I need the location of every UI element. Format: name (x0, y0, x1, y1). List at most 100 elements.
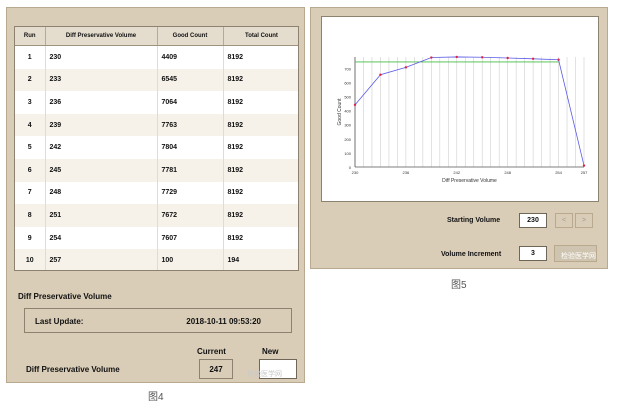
y-axis-label: Good Count (337, 98, 343, 126)
y-tick-label: 300 (344, 123, 351, 128)
table-row: 9 254 7607 8192 (15, 226, 298, 250)
column-header: Diff Preservative Volume (45, 27, 158, 46)
table-cell: 8192 (223, 45, 298, 69)
y-tick-label: 600 (344, 80, 351, 85)
good-count-chart: 0100200300400500600700230 236 242 248 254 257… (337, 55, 588, 184)
data-point (379, 73, 382, 76)
table-cell: 7763 (157, 113, 224, 137)
table-header-row: Run Diff Preservative Volume Good Count Tot… (15, 27, 298, 46)
table-cell: 233 (45, 68, 158, 92)
table-row: 2 233 6545 8192 (15, 68, 298, 92)
data-point (582, 164, 586, 167)
data-point (557, 58, 560, 61)
series-line (354, 56, 585, 166)
table-cell: 4 (15, 113, 46, 137)
table-cell: 239 (45, 113, 158, 137)
increment-button[interactable]: > (575, 213, 593, 228)
table-cell: 7729 (157, 181, 224, 205)
section-title: Diff Preservative Volume (18, 292, 112, 301)
table-cell: 100 (157, 249, 224, 270)
table-cell: 5 (15, 136, 46, 159)
chevron-left-icon: < (561, 217, 567, 224)
table-cell: 7781 (157, 158, 224, 182)
run-table: Run Diff Preservative Volume Good Count Tot… (15, 27, 298, 270)
starting-volume-input[interactable]: 230 (519, 213, 547, 228)
table-row: 10 257 100 194 (15, 249, 298, 270)
volume-chart-panel: 0 100 200 300 400 500 600 700 230 236 242 248 254 257… (310, 7, 608, 269)
table-cell: 10 (15, 249, 46, 270)
table-cell: 8192 (223, 204, 298, 227)
x-tick-label: 230 (352, 170, 359, 175)
table-cell: 8192 (223, 158, 298, 182)
data-point (430, 56, 433, 59)
chart-frame: 0 100 200 300 400 500 600 700 230 236 242 248 254 257… (321, 16, 599, 202)
table-cell: 8 (15, 204, 46, 227)
y-tick-label: 100 (344, 151, 351, 156)
table-row: 5 242 7804 8192 (15, 136, 298, 159)
last-update-label: Last Update: (35, 317, 84, 326)
table-cell: 3 (15, 91, 46, 114)
x-axis-label: Diff Preservative Volume (442, 178, 497, 184)
table-cell: 6545 (157, 68, 224, 92)
table-row: 7 248 7729 8192 (15, 181, 298, 205)
run-results-panel: Run Diff Preservative Volume Good Count Tot… (6, 7, 305, 383)
run-table-frame: Run Diff Preservative Volume Good Count Tot… (14, 26, 299, 271)
volume-increment-label: Volume Increment (441, 251, 502, 258)
table-row: 6 245 7781 8192 (15, 158, 298, 182)
table-cell: 242 (45, 136, 158, 159)
x-tick-label: 248 (504, 170, 511, 175)
y-tick-label: 500 (344, 94, 351, 99)
table-cell: 8192 (223, 226, 298, 250)
data-point (455, 55, 458, 59)
y-tick-label: 700 (344, 66, 351, 71)
table-cell: 7 (15, 181, 46, 205)
table-cell: 8192 (223, 113, 298, 137)
table-cell: 251 (45, 204, 158, 227)
table-cell: 194 (223, 249, 298, 270)
watermark: 检验医学网 (247, 371, 282, 378)
table-row: 8 251 7672 8192 (15, 204, 298, 227)
table-cell: 7804 (157, 136, 224, 159)
decrement-button[interactable]: < (555, 213, 573, 228)
last-update-value: 2018-10-11 09:53:20 (186, 317, 261, 326)
data-point (481, 56, 484, 59)
current-value-field: 247 (199, 359, 233, 379)
y-tick-label: 400 (344, 109, 351, 114)
table-cell: 4409 (157, 45, 224, 69)
table-cell: 6 (15, 158, 46, 182)
data-point (506, 56, 509, 60)
table-cell: 257 (45, 249, 158, 270)
column-header: Total Count (223, 27, 298, 46)
column-header: Run (15, 27, 46, 46)
table-row: 3 236 7064 8192 (15, 91, 298, 114)
x-tick-label: 257 (581, 170, 588, 175)
starting-volume-label: Starting Volume (447, 217, 501, 224)
column-header: Good Count (157, 27, 224, 46)
table-cell: 230 (45, 45, 158, 69)
table-cell: 8192 (223, 91, 298, 114)
table-cell: 8192 (223, 136, 298, 159)
last-update-box: Last Update: 2018-10-11 09:53:20 (24, 308, 292, 333)
table-row: 4 239 7763 8192 (15, 113, 298, 137)
table-body: 1 230 4409 8192 2 233 6545 8192 3 236 7064 8192 4 239… (15, 45, 298, 270)
chevron-right-icon: > (581, 217, 587, 224)
table-cell: 8192 (223, 181, 298, 205)
figure-caption: 图5 (451, 280, 467, 291)
table-cell: 245 (45, 158, 158, 182)
data-point (404, 66, 408, 69)
table-row: 1 230 4409 8192 (15, 45, 298, 69)
table-cell: 7607 (157, 226, 224, 250)
data-point (353, 103, 357, 107)
table-cell: 254 (45, 226, 158, 250)
x-tick-label: 242 (453, 170, 460, 175)
table-cell: 7064 (157, 91, 224, 114)
table-cell: 9 (15, 226, 46, 250)
table-cell: 7672 (157, 204, 224, 227)
param-label: Diff Preservative Volume (26, 365, 120, 374)
volume-increment-input[interactable]: 3 (519, 246, 547, 261)
watermark: 检验医学网 (561, 253, 596, 260)
table-cell: 2 (15, 68, 46, 92)
table-cell: 8192 (223, 68, 298, 92)
new-header: New (262, 347, 279, 356)
table-cell: 248 (45, 181, 158, 205)
